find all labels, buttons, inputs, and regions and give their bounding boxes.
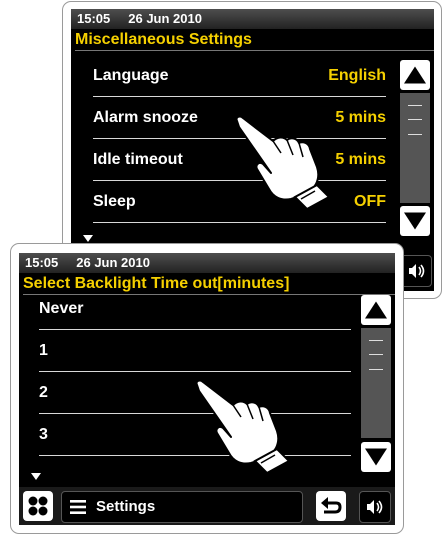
more-below-icon <box>83 235 93 242</box>
setting-label: Idle timeout <box>93 151 183 168</box>
triangle-down-icon <box>404 212 426 230</box>
speaker-icon <box>409 264 425 278</box>
status-date: 26 Jun 2010 <box>76 255 150 270</box>
backlight-timeout-screen: 15:05 26 Jun 2010 Select Backlight Time o… <box>19 253 395 525</box>
setting-label: Alarm snooze <box>93 109 198 126</box>
triangle-down-icon <box>365 448 387 466</box>
volume-button[interactable] <box>400 255 432 287</box>
four-circles-icon <box>28 496 48 516</box>
bottom-bar: Settings <box>19 487 395 525</box>
option-label: 1 <box>39 342 48 359</box>
status-time: 15:05 <box>25 255 59 270</box>
setting-row-language[interactable]: Language English <box>93 55 386 97</box>
setting-value: OFF <box>354 193 386 210</box>
status-bar: 15:05 26 Jun 2010 <box>19 253 395 273</box>
status-date: 26 Jun 2010 <box>128 11 202 26</box>
scroll-up-button[interactable] <box>361 295 391 325</box>
scroll-thumb[interactable] <box>408 105 422 135</box>
setting-value: 5 mins <box>335 151 386 168</box>
setting-label: Language <box>93 67 169 84</box>
page-title: Miscellaneous Settings <box>71 29 434 51</box>
pointing-hand-icon <box>235 115 331 209</box>
setting-value: English <box>328 67 386 84</box>
setting-label: Sleep <box>93 193 136 210</box>
settings-label: Settings <box>96 498 156 515</box>
more-below-icon <box>31 473 41 480</box>
scrollbar[interactable] <box>400 93 430 203</box>
triangle-up-icon <box>365 301 387 319</box>
triangle-up-icon <box>404 66 426 84</box>
option-row-never[interactable]: Never <box>39 288 351 330</box>
speaker-icon <box>367 500 383 514</box>
option-label: 2 <box>39 384 48 401</box>
option-label: Never <box>39 300 84 317</box>
scroll-down-button[interactable] <box>361 442 391 472</box>
scroll-thumb[interactable] <box>369 340 383 370</box>
backlight-timeout-device: 15:05 26 Jun 2010 Select Backlight Time o… <box>10 243 404 534</box>
hamburger-icon <box>70 500 86 514</box>
home-button[interactable] <box>23 491 53 521</box>
status-time: 15:05 <box>77 11 111 26</box>
scrollbar[interactable] <box>361 328 391 438</box>
volume-button[interactable] <box>359 491 391 523</box>
pointing-hand-icon <box>195 379 291 473</box>
scroll-down-button[interactable] <box>400 206 430 236</box>
scroll-up-button[interactable] <box>400 60 430 90</box>
setting-value: 5 mins <box>335 109 386 126</box>
settings-button[interactable]: Settings <box>61 491 303 523</box>
option-label: 3 <box>39 426 48 443</box>
return-arrow-icon <box>321 497 342 514</box>
status-bar: 15:05 26 Jun 2010 <box>71 9 434 29</box>
back-button[interactable] <box>316 491 346 521</box>
option-row-1[interactable]: 1 <box>39 330 351 372</box>
